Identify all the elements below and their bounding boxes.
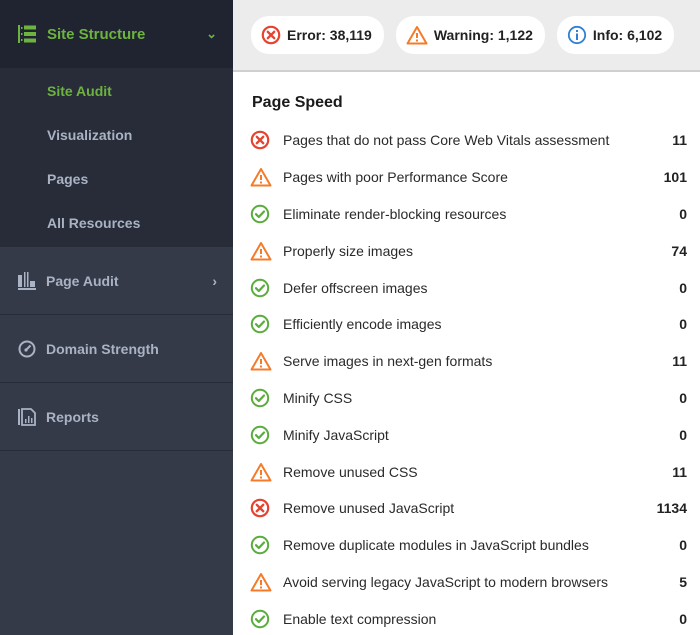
check-icon bbox=[250, 425, 272, 445]
error-icon bbox=[250, 498, 272, 518]
submenu-item-site-audit[interactable]: Site Audit bbox=[0, 69, 233, 113]
error-icon bbox=[250, 130, 272, 150]
error-icon bbox=[261, 25, 281, 45]
info-count-label: Info: 6,102 bbox=[592, 27, 663, 43]
row-label: Properly size images bbox=[283, 242, 413, 259]
page-speed-row[interactable]: Efficiently encode images 0 bbox=[250, 306, 687, 343]
check-icon bbox=[250, 314, 272, 334]
chevron-down-icon[interactable]: ⌄ bbox=[206, 26, 217, 42]
page-audit-icon bbox=[17, 271, 37, 291]
page-speed-row[interactable]: Minify JavaScript 0 bbox=[250, 416, 687, 453]
row-count: 0 bbox=[679, 316, 687, 333]
check-icon bbox=[250, 535, 272, 555]
row-count: 0 bbox=[679, 389, 687, 406]
page-speed-row[interactable]: Eliminate render-blocking resources 0 bbox=[250, 196, 687, 233]
warning-icon bbox=[250, 167, 272, 187]
reports-icon bbox=[17, 407, 37, 427]
row-label: Remove unused JavaScript bbox=[283, 500, 455, 517]
check-icon bbox=[250, 204, 272, 224]
row-label: Pages with poor Performance Score bbox=[283, 169, 508, 186]
row-count: 0 bbox=[679, 205, 687, 222]
sidebar-item-label: Page Audit bbox=[46, 272, 119, 289]
row-count: 1134 bbox=[656, 500, 687, 517]
sidebar-item-reports[interactable]: Reports bbox=[0, 383, 233, 451]
warning-icon bbox=[250, 241, 272, 261]
gauge-icon bbox=[17, 339, 37, 359]
row-count: 74 bbox=[671, 242, 687, 259]
row-label: Minify CSS bbox=[283, 389, 353, 406]
info-count-badge[interactable]: Info: 6,102 bbox=[556, 16, 675, 54]
row-label: Serve images in next-gen formats bbox=[283, 353, 493, 370]
row-label: Pages that do not pass Core Web Vitals a… bbox=[283, 132, 610, 149]
page-speed-list: Pages that do not pass Core Web Vitals a… bbox=[250, 122, 687, 635]
row-label: Avoid serving legacy JavaScript to moder… bbox=[283, 573, 609, 590]
row-label: Remove duplicate modules in JavaScript b… bbox=[283, 537, 589, 554]
row-label: Minify JavaScript bbox=[283, 426, 389, 443]
page-speed-row[interactable]: Remove unused CSS 11 bbox=[250, 453, 687, 490]
row-label: Defer offscreen images bbox=[283, 279, 428, 296]
site-structure-icon bbox=[17, 24, 37, 44]
page-speed-row[interactable]: Remove unused JavaScript 1134 bbox=[250, 490, 687, 527]
row-count: 0 bbox=[679, 279, 687, 296]
page-speed-row[interactable]: Avoid serving legacy JavaScript to moder… bbox=[250, 564, 687, 601]
page-speed-row[interactable]: Properly size images 74 bbox=[250, 232, 687, 269]
row-label: Eliminate render-blocking resources bbox=[283, 205, 507, 222]
info-icon bbox=[567, 25, 587, 45]
submenu-item-pages[interactable]: Pages bbox=[0, 157, 233, 201]
row-label: Enable text compression bbox=[283, 610, 437, 627]
site-structure-submenu: Site Audit Visualization Pages All Resou… bbox=[0, 68, 233, 247]
error-count-badge[interactable]: Error: 38,119 bbox=[251, 16, 384, 54]
row-count: 0 bbox=[679, 610, 687, 627]
page-speed-row[interactable]: Minify CSS 0 bbox=[250, 380, 687, 417]
sidebar-item-label: Reports bbox=[46, 408, 99, 425]
row-count: 11 bbox=[672, 132, 687, 149]
submenu-item-all-resources[interactable]: All Resources bbox=[0, 201, 233, 245]
check-icon bbox=[250, 388, 272, 408]
sidebar-item-label: Site Structure bbox=[47, 25, 146, 43]
warning-icon bbox=[250, 351, 272, 371]
warning-count-badge[interactable]: Warning: 1,122 bbox=[395, 16, 545, 54]
check-icon bbox=[250, 278, 272, 298]
sidebar-item-domain-strength[interactable]: Domain Strength bbox=[0, 315, 233, 383]
page-speed-row[interactable]: Pages with poor Performance Score 101 bbox=[250, 159, 687, 196]
sidebar-item-site-structure[interactable]: Site Structure ⌄ bbox=[0, 0, 233, 68]
section-title: Page Speed bbox=[252, 94, 343, 111]
page-speed-row[interactable]: Serve images in next-gen formats 11 bbox=[250, 343, 687, 380]
sidebar-item-page-audit[interactable]: Page Audit › bbox=[0, 247, 233, 315]
error-count-label: Error: 38,119 bbox=[287, 27, 372, 43]
row-count: 101 bbox=[663, 169, 687, 186]
page-speed-row[interactable]: Enable text compression 0 bbox=[250, 600, 687, 635]
row-count: 0 bbox=[679, 426, 687, 443]
page-speed-row[interactable]: Defer offscreen images 0 bbox=[250, 269, 687, 306]
warning-icon bbox=[250, 462, 272, 482]
warning-count-label: Warning: 1,122 bbox=[433, 27, 533, 43]
row-label: Remove unused CSS bbox=[283, 463, 418, 480]
row-count: 11 bbox=[672, 463, 687, 480]
submenu-item-visualization[interactable]: Visualization bbox=[0, 113, 233, 157]
row-label: Efficiently encode images bbox=[283, 316, 442, 333]
row-count: 5 bbox=[679, 573, 687, 590]
issue-summary-bar: Error: 38,119 Warning: 1,122 Info: 6,102 bbox=[233, 0, 700, 72]
sidebar-item-label: Domain Strength bbox=[46, 340, 159, 357]
page-speed-row[interactable]: Pages that do not pass Core Web Vitals a… bbox=[250, 122, 687, 159]
main-content: Page Speed Pages that do not pass Core W… bbox=[233, 74, 700, 635]
row-count: 11 bbox=[672, 353, 687, 370]
sidebar: Site Structure ⌄ Site Audit Visualizatio… bbox=[0, 0, 233, 635]
row-count: 0 bbox=[679, 537, 687, 554]
warning-icon bbox=[406, 25, 428, 45]
page-speed-row[interactable]: Remove duplicate modules in JavaScript b… bbox=[250, 527, 687, 564]
check-icon bbox=[250, 609, 272, 629]
warning-icon bbox=[250, 572, 272, 592]
chevron-right-icon: › bbox=[212, 272, 217, 289]
